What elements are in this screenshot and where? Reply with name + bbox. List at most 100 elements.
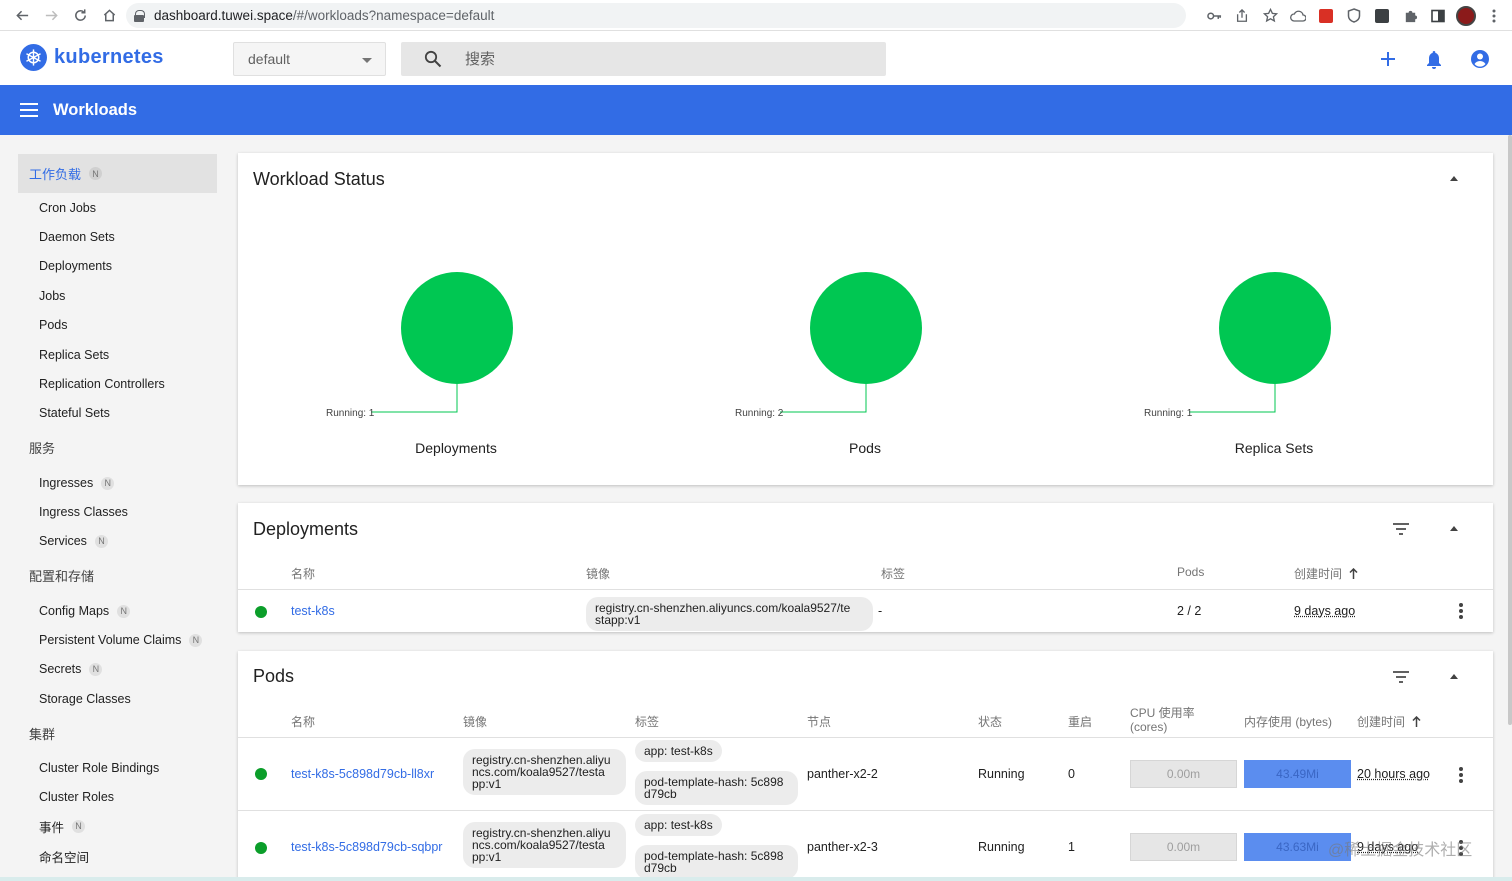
key-icon[interactable] (1202, 4, 1226, 28)
sidebar-item-persistent-volume-claims[interactable]: Persistent Volume Claims N (39, 630, 203, 650)
sidebar-item-ingresses[interactable]: Ingresses N (39, 473, 115, 493)
account-circle-icon[interactable] (1468, 47, 1492, 71)
address-bar[interactable]: dashboard.tuwei.space/#/workloads?namesp… (126, 3, 1186, 28)
label-chip: pod-template-hash: 5c898 d79cb (635, 845, 798, 879)
collapse-arrow-icon[interactable] (1450, 176, 1458, 181)
label-leader-line (780, 384, 867, 413)
x-extension-icon[interactable] (1370, 4, 1394, 28)
profile-avatar[interactable] (1454, 4, 1478, 28)
sidebar-item-daemon-sets[interactable]: Daemon Sets (39, 227, 115, 247)
reload-icon[interactable] (66, 1, 95, 30)
hamburger-menu-icon[interactable] (20, 103, 38, 117)
workload-status-title: Workload Status (253, 169, 385, 189)
namespaced-badge: N (89, 662, 103, 676)
back-arrow-icon[interactable] (8, 1, 37, 30)
browser-toolbar: dashboard.tuwei.space/#/workloads?namesp… (0, 0, 1512, 31)
running-slice (1219, 272, 1331, 384)
deployment-name-link[interactable]: test-k8s (291, 604, 335, 618)
page-scrollbar[interactable] (1508, 135, 1512, 725)
column-header-status[interactable]: 状态 (978, 713, 1002, 730)
node-name: panther-x2-3 (807, 840, 878, 854)
sidebar-section-label: 配置和存储 (29, 569, 95, 584)
url-path: /#/workloads?namespace=default (292, 8, 495, 23)
sidebar-item-storage-classes[interactable]: Storage Classes (39, 689, 131, 709)
label-leader-line (1189, 384, 1276, 413)
sidebar-item-replication-controllers[interactable]: Replication Controllers (39, 374, 165, 394)
column-header-name[interactable]: 名称 (291, 565, 315, 582)
image-chip: registry.cn-shenzhen.aliyu ncs.com/koala… (463, 822, 626, 868)
sidebar-item-secrets[interactable]: Secrets N (39, 659, 103, 679)
replica-sets-running-label: Running: 1 (1144, 408, 1193, 419)
pods-count: 2 / 2 (1177, 604, 1202, 618)
bookmark-star-icon[interactable] (1258, 4, 1282, 28)
sidebar-item-deployments[interactable]: Deployments (39, 256, 112, 276)
pod-name-link[interactable]: test-k8s-5c898d79cb-ll8xr (291, 767, 434, 781)
browser-menu-icon[interactable] (1482, 4, 1506, 28)
row-actions-menu-icon[interactable] (1459, 603, 1463, 619)
pod-status: Running (978, 840, 1025, 854)
column-header-created[interactable]: 创建时间 (1357, 713, 1421, 730)
search-input[interactable] (465, 42, 865, 76)
sidebar-item-services[interactable]: Services N (39, 531, 108, 551)
sidebar-item-cron-jobs[interactable]: Cron Jobs (39, 198, 96, 218)
collapse-arrow-icon[interactable] (1450, 674, 1458, 679)
url-host: dashboard.tuwei.space (154, 8, 293, 23)
namespace-select[interactable]: default (233, 42, 386, 76)
column-header-restarts[interactable]: 重启 (1068, 713, 1092, 730)
sidebar-item-events[interactable]: 事件 N (39, 816, 86, 836)
status-ok-icon (255, 606, 267, 618)
add-icon[interactable] (1376, 47, 1400, 71)
namespaced-badge: N (94, 534, 108, 548)
sidebar-section-config-storage[interactable]: 配置和存储 (18, 556, 217, 595)
sidebar-item-namespaces[interactable]: 命名空间 (39, 846, 89, 866)
kubernetes-logo[interactable]: kubernetes (20, 44, 164, 71)
label-chip: pod-template-hash: 5c898 d79cb (635, 771, 798, 805)
home-icon[interactable] (95, 1, 124, 30)
brand-name: kubernetes (54, 46, 164, 68)
sidebar-item-ingress-classes[interactable]: Ingress Classes (39, 502, 128, 522)
column-header-images: 镜像 (463, 715, 488, 729)
column-header-name[interactable]: 名称 (291, 713, 315, 730)
sidebar-item-cluster-role-bindings[interactable]: Cluster Role Bindings (39, 758, 159, 778)
notifications-bell-icon[interactable] (1422, 47, 1446, 71)
collapse-arrow-icon[interactable] (1450, 526, 1458, 531)
pods-card: Pods 名称 镜像 标签 节点 状态 重启 CPU 使用率 (cores) 内… (238, 651, 1493, 881)
replica-sets-status-chart (1189, 272, 1331, 413)
column-header-node[interactable]: 节点 (807, 713, 831, 730)
sidebar-item-config-maps[interactable]: Config Maps N (39, 601, 131, 621)
filter-icon[interactable] (1393, 671, 1409, 683)
namespaced-badge: N (189, 633, 203, 647)
sidebar-section-workloads[interactable]: 工作负载 N (18, 154, 217, 193)
row-actions-menu-icon[interactable] (1459, 767, 1463, 783)
search-bar[interactable] (401, 42, 886, 76)
sidebar-item-stateful-sets[interactable]: Stateful Sets (39, 403, 110, 423)
filter-icon[interactable] (1393, 523, 1409, 535)
cpu-usage-sparkline: 0.00m (1130, 760, 1237, 788)
forward-arrow-icon[interactable] (37, 1, 66, 30)
memory-usage-sparkline: 43.49Mi (1244, 760, 1351, 788)
puzzle-extensions-icon[interactable] (1398, 4, 1422, 28)
shield-extension-icon[interactable] (1342, 4, 1366, 28)
column-header-images: 镜像 (586, 567, 611, 581)
deployments-title: Deployments (253, 519, 359, 539)
pod-name-link[interactable]: test-k8s-5c898d79cb-sqbpr (291, 840, 442, 854)
sidebar-item-jobs[interactable]: Jobs (39, 286, 65, 306)
cloud-extension-icon[interactable] (1286, 4, 1310, 28)
page-toolbar: Workloads (0, 85, 1512, 135)
sidebar-item-pods[interactable]: Pods (39, 315, 68, 335)
sidebar-section-cluster[interactable]: 集群 (18, 714, 217, 753)
fe-extension-icon[interactable] (1314, 4, 1338, 28)
column-header-cpu: CPU 使用率 (cores) (1130, 706, 1195, 734)
pod-status: Running (978, 767, 1025, 781)
sidebar-item-cluster-roles[interactable]: Cluster Roles (39, 787, 114, 807)
deployments-status-chart (371, 272, 513, 413)
share-icon[interactable] (1230, 4, 1254, 28)
side-panel-icon[interactable] (1426, 4, 1450, 28)
created-time: 9 days ago (1294, 604, 1356, 618)
sidebar-item-replica-sets[interactable]: Replica Sets (39, 345, 109, 365)
column-header-created[interactable]: 创建时间 (1294, 565, 1358, 582)
label-leader-line (371, 384, 458, 413)
labels-value: - (878, 604, 883, 618)
sidebar-section-services[interactable]: 服务 (18, 428, 217, 467)
sidebar: 工作负载 N Cron Jobs Daemon Sets Deployments… (0, 135, 226, 881)
